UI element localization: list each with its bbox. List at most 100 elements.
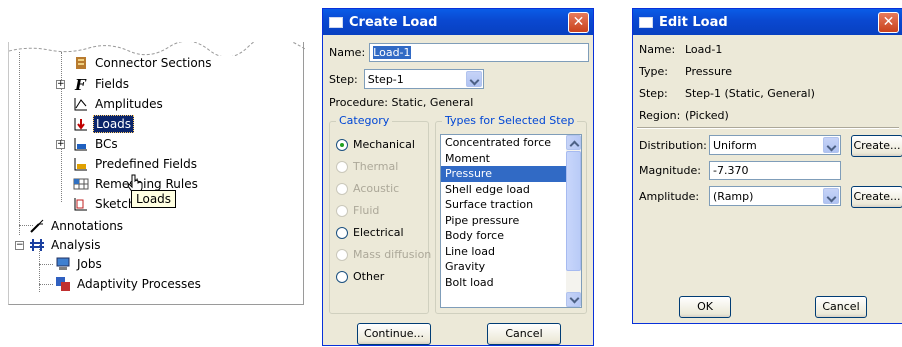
category-label: Fluid [353, 204, 380, 217]
tree-item-bcs[interactable]: BCs [73, 135, 120, 153]
info-label: Type: [639, 65, 668, 78]
list-item[interactable]: Bolt load [441, 275, 581, 291]
chevron-down-icon[interactable] [465, 71, 482, 87]
distribution-select[interactable]: Uniform [709, 135, 841, 155]
distribution-label: Distribution: [639, 138, 707, 152]
category-label: Mass diffusion [353, 248, 432, 261]
tree-item-jobs[interactable]: Jobs [55, 255, 104, 273]
radio-icon [336, 270, 348, 283]
tree-item-annotations[interactable]: Annotations [29, 217, 125, 235]
tree-guide-line [39, 284, 53, 285]
remeshing-rules-icon [73, 176, 89, 192]
close-icon[interactable]: ✕ [878, 12, 899, 33]
tree-item-adaptivity-processes[interactable]: Adaptivity Processes [55, 275, 203, 293]
tree-item-label: Annotations [51, 219, 124, 233]
list-item[interactable]: Pressure [441, 166, 581, 182]
create-load-dialog: Create Load ✕ Name: Load-1 Step: Step-1 … [322, 8, 594, 346]
tree-item-connector-sections[interactable]: Connector Sections [73, 54, 214, 72]
radio-icon [336, 182, 348, 195]
magnitude-row: Magnitude: -7.370 [639, 161, 841, 180]
analysis-icon [29, 237, 45, 253]
list-item[interactable]: Surface traction [441, 197, 581, 213]
tree-item-analysis[interactable]: Analysis [29, 236, 102, 254]
list-item[interactable]: Shell edge load [441, 182, 581, 198]
category-label: Mechanical [353, 138, 415, 151]
create-amplitude-button[interactable]: Create... [851, 186, 902, 208]
category-fluid: Fluid [336, 204, 379, 217]
close-icon[interactable]: ✕ [568, 12, 589, 33]
expand-bcs-button[interactable]: + [56, 140, 65, 149]
tree-item-label: Jobs [77, 257, 102, 271]
category-electrical[interactable]: Electrical [336, 226, 404, 239]
distribution-value: Uniform [713, 138, 757, 152]
edit-load-titlebar[interactable]: Edit Load ✕ [633, 9, 902, 35]
info-row-name: Name: Load-1 [639, 43, 722, 56]
distribution-row: Distribution: Uniform [639, 135, 841, 155]
list-item[interactable]: Pipe pressure [441, 213, 581, 229]
tree-item-label: Predefined Fields [95, 157, 198, 171]
create-load-titlebar[interactable]: Create Load ✕ [323, 9, 593, 35]
scroll-down-icon[interactable] [566, 292, 581, 307]
continue-button[interactable]: Continue... [357, 323, 431, 345]
step-select[interactable]: Step-1 [363, 69, 484, 89]
name-label: Name: [329, 46, 366, 59]
scroll-thumb[interactable] [566, 151, 581, 271]
load-type-list[interactable]: Concentrated force Moment Pressure Shell… [440, 134, 582, 308]
types-title: Types for Selected Step [442, 114, 578, 127]
cancel-button[interactable]: Cancel [487, 323, 561, 345]
scroll-up-icon[interactable] [566, 135, 581, 150]
chevron-down-icon[interactable] [823, 137, 839, 153]
annotations-icon [29, 218, 45, 234]
tree-item-fields[interactable]: F Fields [73, 75, 131, 94]
name-field[interactable]: Load-1 [369, 43, 590, 62]
category-thermal: Thermal [336, 160, 398, 173]
amplitude-value: (Ramp) [713, 189, 754, 203]
ok-button[interactable]: OK [679, 296, 731, 318]
tooltip: Loads [131, 190, 177, 208]
tree-item-label: Adaptivity Processes [77, 277, 201, 291]
amplitude-label: Amplitude: [639, 189, 700, 203]
category-label: Thermal [353, 160, 399, 173]
tree-item-label: Amplitudes [95, 97, 163, 111]
category-other[interactable]: Other [336, 270, 384, 283]
dialog-title: Create Load [349, 14, 438, 30]
window-icon [639, 16, 653, 28]
amplitude-select[interactable]: (Ramp) [709, 186, 841, 206]
category-acoustic: Acoustic [336, 182, 399, 195]
info-row-step: Step: Step-1 (Static, General) [639, 87, 815, 100]
list-item[interactable]: Line load [441, 244, 581, 260]
tree-item-label: Connector Sections [95, 56, 212, 70]
tree-item-amplitudes[interactable]: Amplitudes [73, 95, 165, 113]
separator [637, 127, 899, 129]
name-value: Load-1 [373, 46, 411, 59]
create-distribution-button[interactable]: Create... [851, 135, 902, 157]
list-item[interactable]: Body force [441, 228, 581, 244]
step-label: Step: [329, 72, 358, 86]
list-item[interactable]: Gravity [441, 259, 581, 275]
radio-icon [336, 138, 348, 151]
info-value: Load-1 [685, 43, 723, 56]
tree-guide-line [39, 264, 53, 265]
radio-icon [336, 226, 348, 239]
amplitude-row: Amplitude: (Ramp) [639, 186, 841, 206]
step-value: Step-1 [367, 72, 404, 86]
svg-text:F: F [74, 76, 87, 92]
list-item[interactable]: Concentrated force [441, 135, 581, 151]
chevron-down-icon[interactable] [823, 188, 839, 204]
info-value: Pressure [685, 65, 732, 78]
collapse-analysis-button[interactable]: − [15, 241, 24, 250]
category-label: Other [353, 270, 385, 283]
tree-guide-line [61, 52, 62, 202]
list-scrollbar[interactable] [566, 135, 581, 307]
cancel-button[interactable]: Cancel [815, 296, 867, 318]
edit-load-dialog: Edit Load ✕ Name: Load-1 Type: Pressure … [632, 8, 902, 324]
info-label: Step: [639, 87, 668, 100]
tree-item-label: Fields [95, 77, 129, 91]
info-value: (Picked) [685, 109, 729, 122]
expand-fields-button[interactable]: + [56, 80, 65, 89]
category-mechanical[interactable]: Mechanical [336, 138, 415, 151]
magnitude-field[interactable]: -7.370 [709, 161, 841, 180]
tree-item-loads[interactable]: Loads [73, 115, 135, 133]
list-item[interactable]: Moment [441, 151, 581, 167]
tree-item-predefined-fields[interactable]: Predefined Fields [73, 155, 199, 173]
